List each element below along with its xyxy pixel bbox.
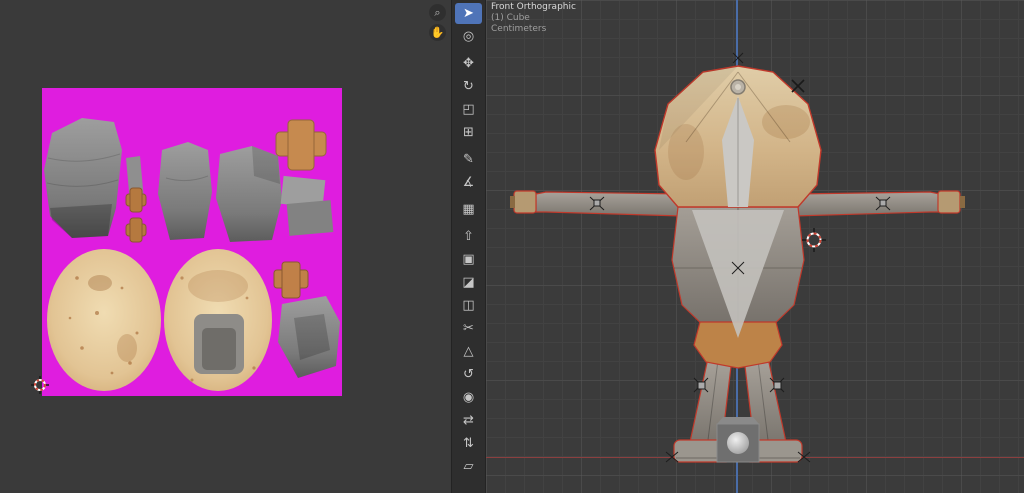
cursor-3d [802, 228, 826, 252]
texture-piece-knobs [126, 188, 146, 242]
blender-window: ⌕ ✋ ➤◎ ✥↻◰⊞ ✎∡ ▦ ⇧▣◪◫✂△↺◉⇄⇅▱ Front Orthograp… [0, 0, 1024, 493]
zoom-icon[interactable]: ⌕ [429, 4, 446, 21]
texture-piece-cloak [44, 118, 122, 238]
tweak-select-tool-icon[interactable]: ➤ [455, 3, 482, 24]
cursor-2d [31, 376, 49, 394]
texture-piece-torso-b [216, 146, 282, 242]
texture-atlas [42, 88, 342, 396]
spin-tool-icon[interactable]: ↺ [455, 364, 482, 385]
uv-image-canvas[interactable] [42, 88, 342, 396]
root-bone-widget [717, 417, 759, 462]
character-model[interactable] [486, 0, 1023, 493]
extrude-tool-icon[interactable]: ⇧ [455, 226, 482, 247]
cursor-tool-icon[interactable]: ◎ [455, 26, 482, 47]
texture-piece-head-oval [47, 249, 161, 391]
texture-piece-patches [281, 176, 334, 236]
bevel-tool-icon[interactable]: ◪ [455, 272, 482, 293]
knife-tool-icon[interactable]: ✂ [455, 318, 482, 339]
pan-hand-icon[interactable]: ✋ [429, 24, 446, 41]
texture-piece-cross-large [276, 120, 326, 170]
active-object-label: (1) Cube [491, 13, 576, 24]
inset-faces-tool-icon[interactable]: ▣ [455, 249, 482, 270]
transform-tool-icon[interactable]: ⊞ [455, 122, 482, 143]
edge-slide-tool-icon[interactable]: ⇄ [455, 410, 482, 431]
measure-tool-icon[interactable]: ∡ [455, 172, 482, 193]
annotate-tool-icon[interactable]: ✎ [455, 149, 482, 170]
add-cube-tool-icon[interactable]: ▦ [455, 199, 482, 220]
poly-build-tool-icon[interactable]: △ [455, 341, 482, 362]
view-name-label: Front Orthographic [491, 2, 576, 13]
toolbar: ➤◎ ✥↻◰⊞ ✎∡ ▦ ⇧▣◪◫✂△↺◉⇄⇅▱ [452, 0, 486, 493]
loop-cut-tool-icon[interactable]: ◫ [455, 295, 482, 316]
shrink-fatten-tool-icon[interactable]: ⇅ [455, 433, 482, 454]
units-label: Centimeters [491, 24, 576, 35]
texture-piece-torso-a [158, 142, 212, 240]
shear-tool-icon[interactable]: ▱ [455, 456, 482, 477]
editor-nav-icons: ⌕ ✋ [429, 4, 446, 41]
texture-piece-cross-small [274, 262, 308, 298]
texture-piece-boot [278, 296, 340, 378]
scale-tool-icon[interactable]: ◰ [455, 99, 482, 120]
move-tool-icon[interactable]: ✥ [455, 53, 482, 74]
viewport-overlay: Front Orthographic (1) Cube Centimeters [491, 2, 576, 35]
axis-marker-x [792, 80, 804, 92]
smooth-tool-icon[interactable]: ◉ [455, 387, 482, 408]
texture-piece-face-oval [164, 249, 272, 391]
viewport-3d[interactable]: Front Orthographic (1) Cube Centimeters [486, 0, 1024, 493]
rotate-tool-icon[interactable]: ↻ [455, 76, 482, 97]
uv-image-editor[interactable]: ⌕ ✋ [0, 0, 452, 493]
